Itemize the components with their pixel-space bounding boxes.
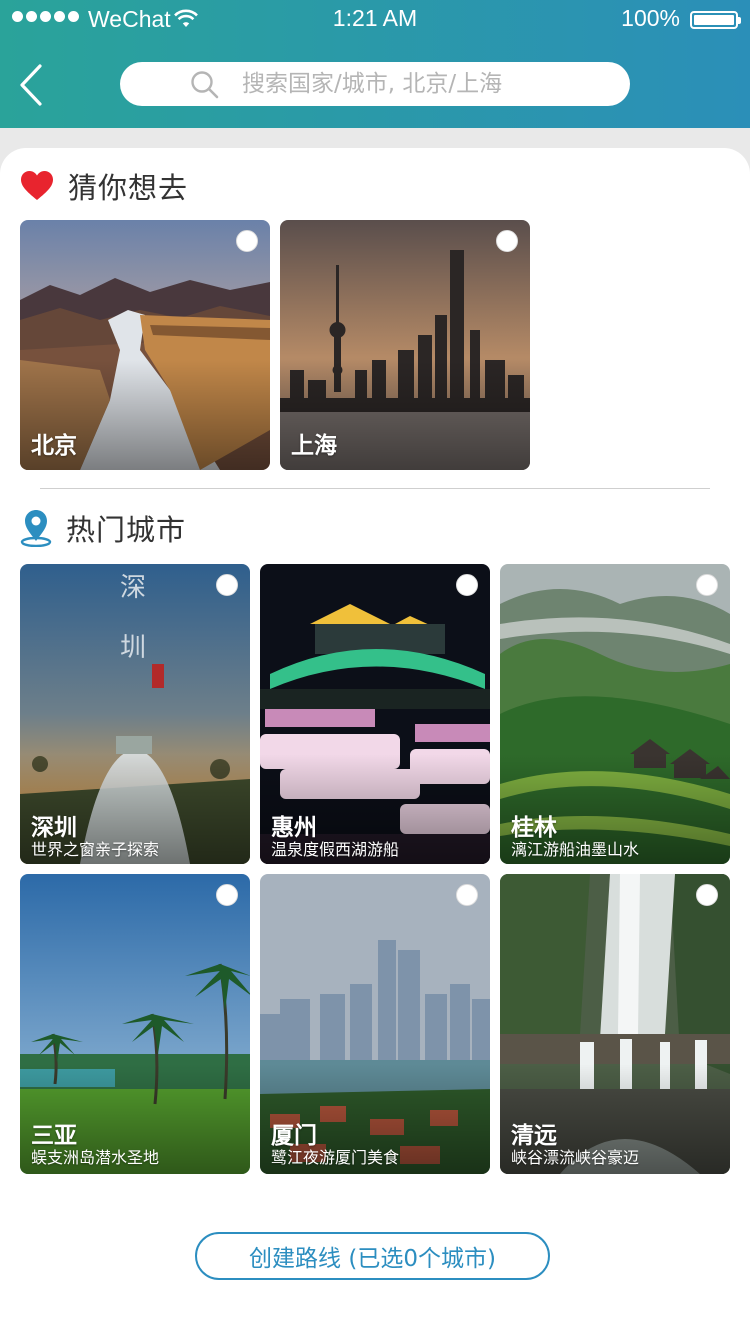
back-button[interactable] bbox=[14, 60, 54, 110]
section-divider bbox=[40, 488, 710, 489]
city-name: 上海 bbox=[291, 433, 337, 459]
city-desc: 温泉度假西湖游船 bbox=[271, 840, 400, 859]
city-card-guilin[interactable]: 桂林 漓江游船油墨山水 bbox=[500, 564, 730, 864]
search-icon bbox=[191, 71, 219, 99]
svg-text:圳: 圳 bbox=[120, 633, 146, 663]
city-card-shenzhen[interactable]: 深 圳 深圳 世界之窗亲子探索 bbox=[20, 564, 250, 864]
city-name: 北京 bbox=[31, 433, 77, 459]
battery-percent: 100% bbox=[621, 5, 680, 31]
heart-icon bbox=[21, 171, 53, 200]
city-card-shanghai[interactable]: 上海 bbox=[280, 220, 530, 470]
search-input[interactable] bbox=[242, 62, 612, 106]
battery-icon bbox=[690, 11, 741, 29]
city-card-beijing[interactable]: 北京 bbox=[20, 220, 270, 470]
city-card-sanya[interactable]: 三亚 蜈支洲岛潜水圣地 bbox=[20, 874, 250, 1174]
city-desc: 鹭江夜游厦门美食 bbox=[271, 1148, 400, 1167]
city-desc: 峡谷漂流峡谷豪迈 bbox=[511, 1148, 640, 1167]
city-desc: 蜈支洲岛潜水圣地 bbox=[31, 1148, 160, 1167]
city-desc: 漓江游船油墨山水 bbox=[511, 840, 640, 859]
svg-text:深: 深 bbox=[120, 573, 146, 603]
hot-section-header: 热门城市 bbox=[20, 508, 186, 548]
select-radio[interactable] bbox=[696, 884, 718, 906]
guess-section-title: 猜你想去 bbox=[68, 171, 189, 205]
chevron-left-icon bbox=[20, 64, 42, 106]
city-card-qingyuan[interactable]: 清远 峡谷漂流峡谷豪迈 bbox=[500, 874, 730, 1174]
search-box[interactable] bbox=[120, 62, 630, 106]
select-radio[interactable] bbox=[216, 574, 238, 596]
main-card: 猜你想去 北京 上海 热门城市 深 圳 深圳 世界之窗亲子探索 惠州 温泉度假西… bbox=[0, 148, 750, 1334]
city-card-xiamen[interactable]: 厦门 鹭江夜游厦门美食 bbox=[260, 874, 490, 1174]
city-desc: 世界之窗亲子探索 bbox=[31, 840, 160, 859]
select-radio[interactable] bbox=[496, 230, 518, 252]
city-card-huizhou[interactable]: 惠州 温泉度假西湖游船 bbox=[260, 564, 490, 864]
header: WeChat 1:21 AM 100% bbox=[0, 0, 750, 128]
location-pin-icon bbox=[20, 510, 52, 547]
select-radio[interactable] bbox=[456, 574, 478, 596]
status-bar: WeChat 1:21 AM 100% bbox=[0, 0, 750, 40]
guess-section-header: 猜你想去 bbox=[20, 166, 188, 206]
hot-section-title: 热门城市 bbox=[66, 513, 187, 547]
select-radio[interactable] bbox=[696, 574, 718, 596]
create-route-button[interactable]: 创建路线 (已选0个城市) bbox=[195, 1232, 550, 1280]
select-radio[interactable] bbox=[456, 884, 478, 906]
select-radio[interactable] bbox=[236, 230, 258, 252]
select-radio[interactable] bbox=[216, 884, 238, 906]
